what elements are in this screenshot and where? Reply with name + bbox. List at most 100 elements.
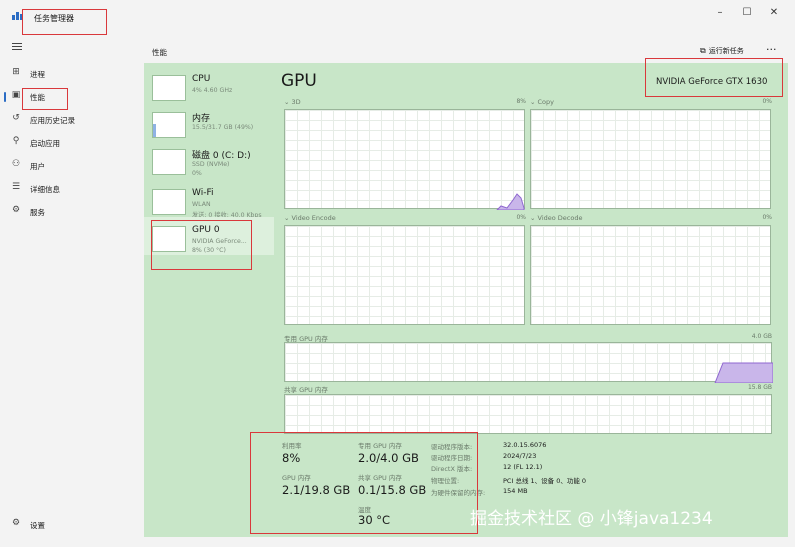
maximize-button[interactable]: ☐ bbox=[737, 7, 757, 18]
engine-copy-label[interactable]: ⌄ Copy bbox=[530, 98, 554, 106]
history-icon: ↺ bbox=[12, 113, 20, 123]
shared-memory-label: 共享 GPU 内存 bbox=[284, 386, 328, 394]
gear-icon: ⚙ bbox=[11, 518, 21, 528]
sidebar-item-label: 服务 bbox=[30, 208, 45, 217]
sidebar-item-label: 设置 bbox=[30, 521, 45, 530]
close-button[interactable]: ✕ bbox=[764, 7, 784, 18]
resource-item-cpu[interactable]: CPU 4% 4.60 GHz bbox=[144, 66, 274, 104]
shared-memory-max: 15.8 GB bbox=[747, 384, 772, 391]
run-new-task-label: 运行新任务 bbox=[708, 47, 744, 55]
resource-name: CPU bbox=[192, 74, 211, 84]
resource-detail: WLAN bbox=[192, 201, 211, 208]
task-manager-app-icon bbox=[12, 12, 25, 20]
memory-thumbnail-fill bbox=[153, 124, 156, 137]
engine-3d-graph bbox=[284, 109, 525, 210]
temperature-value: 30 °C bbox=[358, 513, 391, 527]
processes-icon: ⊞ bbox=[12, 67, 20, 77]
sidebar-item-details[interactable]: ☰ 详细信息 bbox=[0, 179, 144, 199]
details-icon: ☰ bbox=[11, 182, 21, 192]
startup-icon: ⚲ bbox=[12, 136, 20, 146]
title-bar[interactable]: 任务管理器 – ☐ ✕ bbox=[0, 0, 795, 32]
engine-video-encode-label[interactable]: ⌄ Video Encode bbox=[284, 214, 336, 222]
engine-name: Video Encode bbox=[291, 214, 336, 222]
sidebar-item-services[interactable]: ⚙ 服务 bbox=[0, 202, 144, 222]
resource-detail: NVIDIA GeForce... bbox=[192, 238, 247, 245]
sidebar-item-performance[interactable]: ▣ 性能 bbox=[0, 87, 144, 107]
dedicated-memory-max: 4.0 GB bbox=[751, 333, 772, 340]
resource-item-disk[interactable]: 磁盘 0 (C: D:) SSD (NVMe) 0% bbox=[144, 140, 274, 178]
gpu-model-name: NVIDIA GeForce GTX 1630 bbox=[656, 77, 768, 87]
dedicated-memory-graph bbox=[284, 342, 773, 383]
resource-detail: SSD (NVMe) bbox=[192, 161, 230, 168]
resource-detail: 15.5/31.7 GB (49%) bbox=[192, 124, 254, 131]
services-icon: ⚙ bbox=[11, 205, 21, 215]
resource-name: 内存 bbox=[192, 114, 211, 124]
directx-version-label: DirectX 版本: bbox=[431, 465, 473, 473]
minimize-button[interactable]: – bbox=[710, 7, 730, 18]
engine-name: Video Decode bbox=[537, 214, 583, 222]
page-title: 性能 bbox=[152, 48, 167, 57]
engine-video-encode-percent: 0% bbox=[516, 214, 526, 221]
sidebar-item-users[interactable]: ⚇ 用户 bbox=[0, 156, 144, 176]
sidebar-item-label: 进程 bbox=[30, 70, 45, 79]
physical-location-label: 物理位置: bbox=[431, 477, 460, 485]
dedicated-memory-stat-value: 2.0/4.0 GB bbox=[358, 451, 419, 465]
engine-video-decode-graph bbox=[530, 225, 771, 325]
resource-name: Wi-Fi bbox=[192, 188, 214, 198]
shared-memory-stat-value: 0.1/15.8 GB bbox=[358, 483, 427, 497]
resource-item-memory[interactable]: 内存 15.5/31.7 GB (49%) bbox=[144, 103, 274, 141]
reserved-memory-value: 154 MB bbox=[503, 487, 528, 495]
utilization-value: 8% bbox=[282, 451, 301, 465]
gpu-title: GPU bbox=[281, 71, 317, 91]
engine-copy-graph bbox=[530, 109, 771, 209]
run-task-icon: ⧉ bbox=[700, 46, 706, 55]
driver-version-value: 32.0.15.6076 bbox=[503, 441, 547, 449]
disk-thumbnail-graph bbox=[152, 149, 186, 175]
resource-detail: 0% bbox=[192, 170, 202, 177]
engine-name: 3D bbox=[291, 98, 301, 106]
wifi-thumbnail-graph bbox=[152, 189, 186, 215]
sidebar: ⊞ 进程 ▣ 性能 ↺ 应用历史记录 ⚲ 启动应用 ⚇ 用户 ☰ 详细信息 ⚙ … bbox=[0, 32, 144, 547]
page-header: 性能 ⧉ 运行新任务 ··· bbox=[144, 39, 788, 63]
engine-name: Copy bbox=[537, 98, 555, 106]
engine-copy-percent: 0% bbox=[762, 98, 772, 105]
task-manager-window: 任务管理器 – ☐ ✕ ⊞ 进程 ▣ 性能 ↺ 应用历史记录 ⚲ 启动应用 ⚇ … bbox=[0, 0, 795, 547]
gpu-thumbnail-graph bbox=[152, 226, 186, 252]
reserved-memory-label: 为硬件保留的内存: bbox=[431, 489, 486, 497]
resource-name: 磁盘 0 (C: D:) bbox=[192, 151, 251, 161]
performance-icon: ▣ bbox=[11, 90, 21, 100]
gpu-memory-stat-label: GPU 内存 bbox=[282, 474, 311, 482]
dedicated-memory-usage-area bbox=[714, 362, 773, 383]
shared-memory-graph bbox=[284, 394, 772, 434]
cpu-thumbnail-graph bbox=[152, 75, 186, 101]
memory-thumbnail-graph bbox=[152, 112, 186, 138]
hamburger-menu-icon[interactable] bbox=[12, 43, 22, 52]
sidebar-item-startup-apps[interactable]: ⚲ 启动应用 bbox=[0, 133, 144, 153]
engine-video-decode-label[interactable]: ⌄ Video Decode bbox=[530, 214, 582, 222]
sidebar-item-settings[interactable]: ⚙ 设置 bbox=[0, 515, 144, 535]
sidebar-item-processes[interactable]: ⊞ 进程 bbox=[0, 64, 144, 84]
gpu-memory-stat-value: 2.1/19.8 GB bbox=[282, 483, 351, 497]
sidebar-item-label: 性能 bbox=[30, 93, 45, 102]
engine-video-encode-graph bbox=[284, 225, 525, 325]
resource-item-gpu[interactable]: GPU 0 NVIDIA GeForce... 8% (30 °C) bbox=[144, 217, 274, 255]
sidebar-item-label: 用户 bbox=[30, 162, 45, 171]
run-new-task-button[interactable]: ⧉ 运行新任务 bbox=[700, 46, 744, 56]
engine-3d-usage-line bbox=[496, 193, 525, 210]
engine-3d-label[interactable]: ⌄ 3D bbox=[284, 98, 301, 106]
sidebar-item-label: 详细信息 bbox=[30, 185, 60, 194]
directx-version-value: 12 (FL 12.1) bbox=[503, 463, 543, 471]
utilization-label: 利用率 bbox=[282, 442, 302, 450]
resource-item-wifi[interactable]: Wi-Fi WLAN 发送: 0 接收: 40.0 Kbps bbox=[144, 180, 274, 219]
resource-name: GPU 0 bbox=[192, 225, 220, 235]
driver-date-value: 2024/7/23 bbox=[503, 452, 537, 460]
performance-content: CPU 4% 4.60 GHz 内存 15.5/31.7 GB (49%) 磁盘… bbox=[144, 63, 788, 537]
more-options-button[interactable]: ··· bbox=[766, 43, 777, 56]
sidebar-item-app-history[interactable]: ↺ 应用历史记录 bbox=[0, 110, 144, 130]
physical-location-value: PCI 总线 1、设备 0、功能 0 bbox=[503, 477, 587, 485]
engine-3d-percent: 8% bbox=[516, 98, 526, 105]
driver-date-label: 驱动程序日期: bbox=[431, 454, 473, 462]
sidebar-item-label: 启动应用 bbox=[30, 139, 60, 148]
sidebar-item-label: 应用历史记录 bbox=[30, 116, 75, 125]
resource-detail: 8% (30 °C) bbox=[192, 247, 226, 254]
